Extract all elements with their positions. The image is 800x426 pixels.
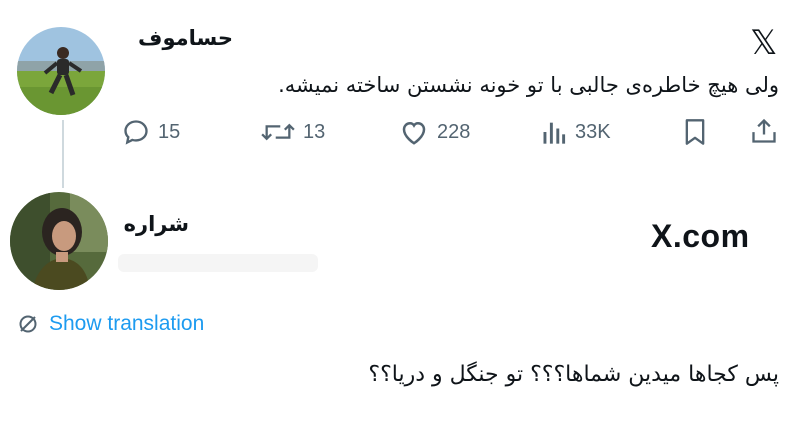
translate-icon [19,315,37,333]
tweet-text: ولی هیچ خاطره‌ی جالبی با تو خونه نشستن س… [278,73,779,97]
tweet-author-name[interactable]: حساموف [138,26,233,50]
share-button[interactable] [751,117,777,145]
retweet-icon [261,123,295,141]
reply-count: 15 [158,120,181,143]
reply-text: پس کجاها میدین شماها؟؟؟ تو جنگل و دریا؟؟ [368,362,779,387]
retweet-button[interactable]: 13 [261,118,325,146]
x-logo-icon[interactable]: 𝕏 [750,26,777,60]
views-button[interactable]: 33K [541,118,611,146]
x-com-watermark: X.com [651,218,750,254]
like-count: 228 [437,120,471,143]
blurred-handle [118,254,318,272]
avatar[interactable] [17,27,105,115]
bookmark-icon [685,119,705,145]
reply-icon [124,120,148,145]
reply-button[interactable]: 15 [122,118,180,146]
show-translation-link[interactable]: Show translation [17,312,204,336]
views-chart-icon [543,122,566,144]
reply-author-name[interactable]: شراره [124,212,189,236]
avatar-photo-icon [17,27,105,115]
bookmark-button[interactable] [683,118,707,146]
retweet-count: 13 [303,120,326,143]
like-button[interactable]: 228 [399,118,470,146]
avatar-photo-icon [10,192,108,290]
thread-connector-line [62,120,64,188]
heart-icon [402,121,426,145]
reply-avatar[interactable] [10,192,108,290]
show-translation-label: Show translation [49,312,205,335]
views-count: 33K [575,120,611,143]
share-icon [752,118,776,143]
